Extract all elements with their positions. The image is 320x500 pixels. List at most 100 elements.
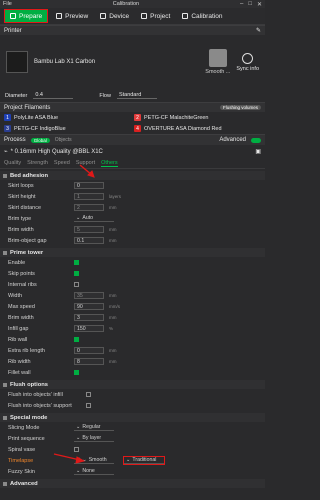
section-title: Advanced — [10, 480, 38, 487]
slicing-mode-select[interactable]: ⌄ Regular — [74, 424, 114, 431]
filament-name: PETG-CF MalachiteGreen — [144, 114, 209, 121]
select-value: Smooth — [88, 457, 107, 463]
setting-label: Flush into objects' infill — [8, 391, 63, 398]
filaments-header: Project Filaments Flushing volumes — [0, 102, 265, 112]
setting-label: Infill gap — [8, 325, 29, 332]
fillet-wall-checkbox[interactable] — [74, 370, 79, 375]
flush-support-checkbox[interactable] — [86, 403, 91, 408]
skirt-height-input[interactable]: 1 — [74, 193, 104, 200]
global-toggle[interactable]: Global — [30, 137, 50, 143]
plate-label: Smooth ... — [205, 69, 231, 75]
filament-item[interactable]: 4 OVERTURE ASA Diamond Red — [134, 125, 261, 132]
setting-label: Extra rib length — [8, 347, 45, 354]
setting-label: Skirt distance — [8, 204, 42, 211]
subtab-strength[interactable]: Strength — [27, 160, 48, 166]
unit-label: mm — [109, 315, 117, 320]
printer-image — [6, 51, 28, 73]
extra-rib-length-input[interactable]: 0 — [74, 347, 104, 354]
tab-calibration[interactable]: Calibration — [176, 8, 228, 24]
max-speed-input[interactable]: 90 — [74, 303, 104, 310]
tab-device[interactable]: Device — [94, 8, 135, 24]
tab-label: Prepare — [19, 12, 43, 20]
chevron-down-icon: ⌄ — [76, 435, 81, 441]
minimize-icon[interactable]: – — [240, 1, 243, 8]
skip-points-checkbox[interactable] — [74, 271, 79, 276]
subtab-quality[interactable]: Quality — [4, 160, 21, 166]
width-input[interactable]: 35 — [74, 292, 104, 299]
diameter-select[interactable]: 0.4 — [33, 92, 74, 99]
filament-row: 3 PETG-CF IndigoBlue 4 OVERTURE ASA Diamon… — [0, 123, 265, 134]
advanced-toggle[interactable] — [251, 137, 261, 143]
nozzle-row: Diameter 0.4 Flow Standard — [0, 89, 265, 102]
section-icon — [3, 415, 7, 420]
subtab-others[interactable]: Others — [101, 160, 118, 167]
select-value: None — [82, 468, 95, 474]
fuzzy-skin-select[interactable]: ⌄ None — [74, 468, 114, 475]
printer-header: Printer ✎ — [0, 25, 265, 35]
annotation-arrow-icon — [53, 453, 86, 464]
setting-row: Spiral vase — [0, 444, 265, 455]
rib-width-input[interactable]: 8 — [74, 358, 104, 365]
setting-label: Fuzzy Skin — [8, 468, 35, 475]
plate-selector[interactable]: Smooth ... — [205, 49, 230, 75]
infill-gap-input[interactable]: 150 — [74, 325, 104, 332]
brim-width-input[interactable]: 5 — [74, 226, 104, 233]
flush-infill-checkbox[interactable] — [86, 392, 91, 397]
tab-project[interactable]: Project — [135, 8, 176, 24]
unit-label: mm — [109, 359, 117, 364]
skirt-distance-input[interactable]: 2 — [74, 204, 104, 211]
prime-brim-width-input[interactable]: 3 — [74, 314, 104, 321]
file-menu[interactable]: File — [3, 1, 12, 7]
sync-info-button[interactable]: Sync info — [236, 52, 259, 72]
brim-type-select[interactable]: ⌄ Auto — [74, 215, 114, 222]
edit-icon[interactable]: ✎ — [256, 27, 261, 34]
process-preset-select[interactable]: * 0.16mm High Quality @BBL X1C — [11, 149, 103, 155]
setting-row: Brim width 5 mm — [0, 224, 265, 235]
setting-label: Internal ribs — [8, 281, 37, 288]
setting-label: Enable — [8, 259, 26, 266]
internal-ribs-checkbox[interactable] — [74, 282, 79, 287]
unit-label: layers — [109, 194, 122, 199]
objects-toggle[interactable]: Objects — [55, 137, 72, 143]
flow-select[interactable]: Standard — [116, 92, 157, 99]
setting-label: Fillet wall — [8, 369, 31, 376]
close-icon[interactable]: ✕ — [257, 1, 262, 8]
chevron-down-icon: ⌄ — [76, 468, 81, 474]
filament-item[interactable]: 1 PolyLite ASA Blue — [4, 114, 131, 121]
setting-row: Width 35 mm — [0, 290, 265, 301]
skirt-loops-input[interactable]: 0 — [74, 182, 104, 189]
setting-label: Skirt height — [8, 193, 36, 200]
section-title: Bed adhesion — [10, 172, 49, 179]
annotation-arrow-icon — [79, 164, 95, 178]
printer-name[interactable]: Bambu Lab X1 Carbon — [34, 59, 199, 65]
select-value: Auto — [82, 215, 94, 221]
flushing-volumes-button[interactable]: Flushing volumes — [219, 105, 261, 110]
timelapse-option-traditional[interactable]: ⌄ Traditional — [123, 456, 165, 465]
flow-label: Flow — [99, 92, 111, 99]
option-label: Traditional — [132, 457, 157, 463]
filament-item[interactable]: 2 PETG-CF MalachiteGreen — [134, 114, 261, 121]
enable-checkbox[interactable] — [74, 260, 79, 265]
advanced-label: Advanced — [219, 137, 246, 143]
diameter-label: Diameter — [5, 92, 28, 99]
setting-label: Print sequence — [8, 435, 45, 442]
tab-preview[interactable]: Preview — [50, 8, 94, 24]
maximize-icon[interactable]: □ — [248, 1, 252, 8]
rib-wall-checkbox[interactable] — [74, 337, 79, 342]
unit-label: mm — [109, 238, 117, 243]
print-sequence-select[interactable]: ⌄ By layer — [74, 435, 114, 442]
preview-icon — [56, 13, 63, 19]
save-icon[interactable]: ▣ — [255, 148, 261, 155]
setting-row: Infill gap 150% — [0, 323, 265, 334]
chevron-down-icon: ⌄ — [76, 215, 81, 221]
filament-item[interactable]: 3 PETG-CF IndigoBlue — [4, 125, 131, 132]
filament-name: PolyLite ASA Blue — [14, 114, 59, 121]
setting-row: Fillet wall — [0, 367, 265, 378]
setting-label: Brim width — [8, 314, 34, 321]
tab-label: Calibration — [191, 12, 223, 20]
tab-prepare[interactable]: Prepare — [4, 9, 49, 23]
subtab-speed[interactable]: Speed — [54, 160, 70, 166]
section-icon — [3, 250, 7, 255]
setting-row: Timelapse ↶⌄Smooth ⌄Traditional — [0, 455, 265, 466]
brim-gap-input[interactable]: 0.1 — [74, 237, 104, 244]
